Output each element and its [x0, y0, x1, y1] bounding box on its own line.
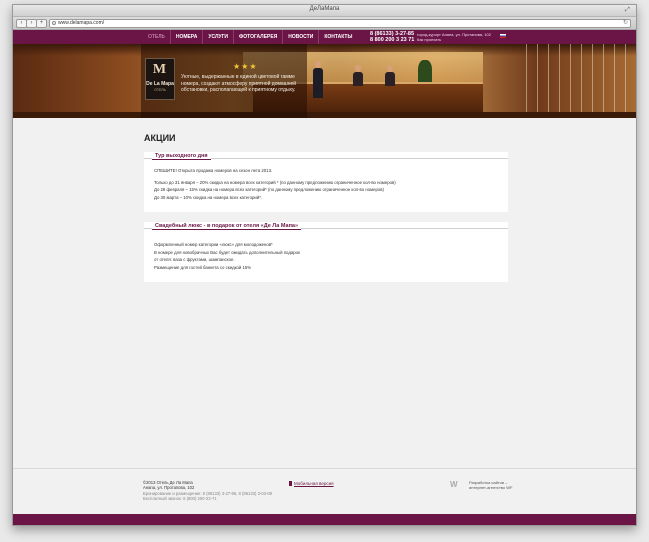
hero-tagline: Уютные, выдержанные в единой цветовой га…: [181, 74, 297, 93]
language-flag-icon[interactable]: [500, 34, 506, 38]
page-title: АКЦИИ: [144, 133, 176, 143]
site-footer: ©2013 Отель Де Ла Мапа Анапа, ул. Протап…: [13, 468, 636, 515]
globe-icon: [52, 21, 56, 25]
phone-2: 8 800 200 3 23 71: [370, 37, 415, 43]
wedding-line: Размещение для гостей банкета со скидкой…: [154, 264, 252, 270]
url-text: www.delamapa.com/: [58, 20, 105, 26]
receptionist-image: [353, 72, 363, 86]
promo-line: До 30 марта – 10% скидка на номера всех …: [154, 194, 263, 200]
section-title[interactable]: Свадебный люкс - в подарок от отеля «Де …: [152, 223, 302, 230]
mobile-version-label: Мобильная версия: [294, 481, 334, 486]
promo-line: СПЕШИТЕ! Открыта продажа номеров на сезо…: [154, 168, 273, 173]
browser-titlebar: ДеЛаМапа ⤢: [13, 5, 636, 17]
footer-free-call: Бесплатный звонок: 8 (800) 200-23-71: [143, 496, 217, 502]
site-navigation: ОТЕЛЬ НОМЕРА УСЛУГИ ФОТОГАЛЕРЕЯ НОВОСТИ …: [13, 30, 636, 44]
section-header: Свадебный люкс - в подарок от отеля «Де …: [144, 222, 508, 233]
fullscreen-icon[interactable]: ⤢: [625, 7, 633, 13]
phone-icon: [289, 481, 292, 487]
footer-contacts: ©2013 Отель Де Ла Мапа Анапа, ул. Протап…: [143, 480, 272, 502]
promo-section: Тур выходного дня СПЕШИТЕ! Открыта прода…: [144, 152, 508, 212]
wedding-line: от отеля: ваза с фруктами, шампанское.: [154, 257, 235, 263]
logo-name: De La Mapa: [146, 81, 174, 87]
promo-line: Только до 31 января – 20% скидка на номе…: [154, 179, 396, 185]
mobile-version-link[interactable]: Мобильная версия: [289, 481, 334, 487]
promo-line: До 28 февраля – 15% скидка на номера все…: [154, 187, 384, 193]
receptionist-image: [385, 72, 395, 86]
nav-item-news[interactable]: НОВОСТИ: [282, 30, 318, 44]
person-head-image: [315, 61, 321, 68]
staircase-rail-image: [516, 44, 636, 118]
receptionist-head-image: [387, 65, 393, 72]
nav-item-services[interactable]: УСЛУГИ: [202, 30, 233, 44]
developer-credit[interactable]: Разработка сайтов – интернет-агентство W…: [469, 480, 512, 490]
directions-link[interactable]: Как проехать: [417, 37, 491, 42]
main-content: АКЦИИ Тур выходного дня СПЕШИТЕ! Открыта…: [13, 118, 636, 468]
wedding-line: Оформленный номер категории «люкс» для м…: [154, 242, 273, 247]
star-rating: ★★★: [233, 62, 258, 71]
wedding-line: В номере для новобрачных Вас будет ожида…: [154, 249, 300, 255]
address-bar[interactable]: www.delamapa.com/ ↻: [49, 19, 631, 28]
nav-item-rooms[interactable]: НОМЕРА: [169, 30, 203, 44]
receptionist-head-image: [355, 65, 361, 72]
logo-mark: M: [152, 62, 167, 77]
section-body: Оформленный номер категории «люкс» для м…: [144, 233, 508, 277]
nav-item-gallery[interactable]: ФОТОГАЛЕРЕЯ: [233, 30, 282, 44]
section-header: Тур выходного дня: [144, 152, 508, 163]
wedding-section: Свадебный люкс - в подарок от отеля «Де …: [144, 222, 508, 282]
christmas-tree-image: [418, 60, 432, 84]
main-menu: ОТЕЛЬ НОМЕРА УСЛУГИ ФОТОГАЛЕРЕЯ НОВОСТИ …: [143, 30, 357, 44]
logo-subtitle: ОТЕЛЬ: [154, 88, 166, 92]
window-title: ДеЛаМапа: [309, 6, 340, 12]
browser-toolbar: ‹ › + www.delamapa.com/ ↻: [13, 17, 636, 30]
hero-banner: M De La Mapa ОТЕЛЬ ★★★ Уютные, выдержанн…: [13, 44, 636, 118]
address-block: город-курорт Анапа, ул. Протапова, 102 К…: [417, 32, 491, 42]
phone-numbers: 8 (86133) 3-27-85 8 800 200 3 23 71: [370, 31, 414, 43]
nav-item-contacts[interactable]: КОНТАКТЫ: [318, 30, 357, 44]
developer-logo-icon[interactable]: W: [450, 481, 464, 489]
browser-window: ДеЛаМапа ⤢ ‹ › + www.delamapa.com/ ↻ ОТЕ…: [12, 4, 637, 526]
reload-icon[interactable]: ↻: [623, 20, 628, 27]
section-body: СПЕШИТЕ! Открыта продажа номеров на сезо…: [144, 163, 508, 207]
hotel-logo[interactable]: M De La Mapa ОТЕЛЬ: [145, 58, 175, 100]
footer-bar: [13, 514, 636, 525]
add-tab-button[interactable]: +: [36, 19, 47, 28]
nav-item-hotel[interactable]: ОТЕЛЬ: [143, 30, 170, 44]
person-image: [313, 68, 323, 98]
developer-line-2: интернет-агентство WF: [469, 485, 513, 490]
section-title[interactable]: Тур выходного дня: [152, 153, 211, 160]
